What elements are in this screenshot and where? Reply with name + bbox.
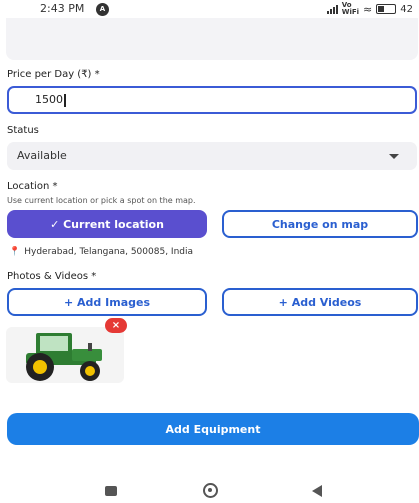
location-label: Location * bbox=[7, 181, 58, 192]
status-icons: Vo WiFi ≈ 42 bbox=[326, 1, 413, 16]
notification-badge-icon: A bbox=[96, 3, 109, 16]
system-nav-bar bbox=[0, 480, 419, 503]
add-videos-button[interactable]: + Add Videos bbox=[222, 288, 418, 316]
map-pin-icon: 📍 bbox=[9, 247, 21, 257]
add-equipment-button[interactable]: Add Equipment bbox=[7, 413, 419, 445]
back-triangle-icon[interactable] bbox=[312, 485, 322, 497]
recents-square-icon[interactable] bbox=[105, 486, 117, 496]
chevron-down-icon bbox=[389, 154, 399, 159]
remove-media-close-icon[interactable]: × bbox=[105, 318, 127, 333]
price-label: Price per Day (₹) * bbox=[7, 69, 100, 80]
text-cursor bbox=[64, 93, 66, 107]
signal-icon bbox=[326, 4, 338, 14]
media-thumbnail[interactable] bbox=[6, 327, 124, 383]
change-on-map-button[interactable]: Change on map bbox=[222, 210, 418, 238]
status-label: Status bbox=[7, 125, 39, 136]
location-address: Hyderabad, Telangana, 500085, India bbox=[24, 247, 193, 257]
status-bar: 2:43 PM A Vo WiFi ≈ 42 bbox=[0, 0, 419, 20]
selected-location: 📍 Hyderabad, Telangana, 500085, India bbox=[9, 247, 193, 257]
media-label: Photos & Videos * bbox=[7, 271, 97, 282]
battery-level: 42 bbox=[400, 3, 413, 15]
current-location-button[interactable]: ✓ Current location bbox=[7, 210, 207, 238]
location-hint: Use current location or pick a spot on t… bbox=[7, 196, 196, 205]
status-dropdown[interactable]: Available bbox=[7, 142, 417, 170]
volte-wifi-icon: Vo WiFi bbox=[341, 1, 360, 16]
tractor-image bbox=[26, 333, 102, 381]
status-selected-value: Available bbox=[17, 149, 67, 162]
status-time: 2:43 PM bbox=[40, 2, 85, 15]
price-value: 1500 bbox=[35, 93, 63, 106]
add-images-button[interactable]: + Add Images bbox=[7, 288, 207, 316]
previous-field[interactable] bbox=[6, 18, 418, 60]
battery-icon bbox=[376, 4, 397, 14]
wifi-icon: ≈ bbox=[363, 2, 373, 16]
home-circle-icon[interactable] bbox=[203, 483, 218, 498]
price-input[interactable]: 1500 bbox=[7, 86, 417, 114]
